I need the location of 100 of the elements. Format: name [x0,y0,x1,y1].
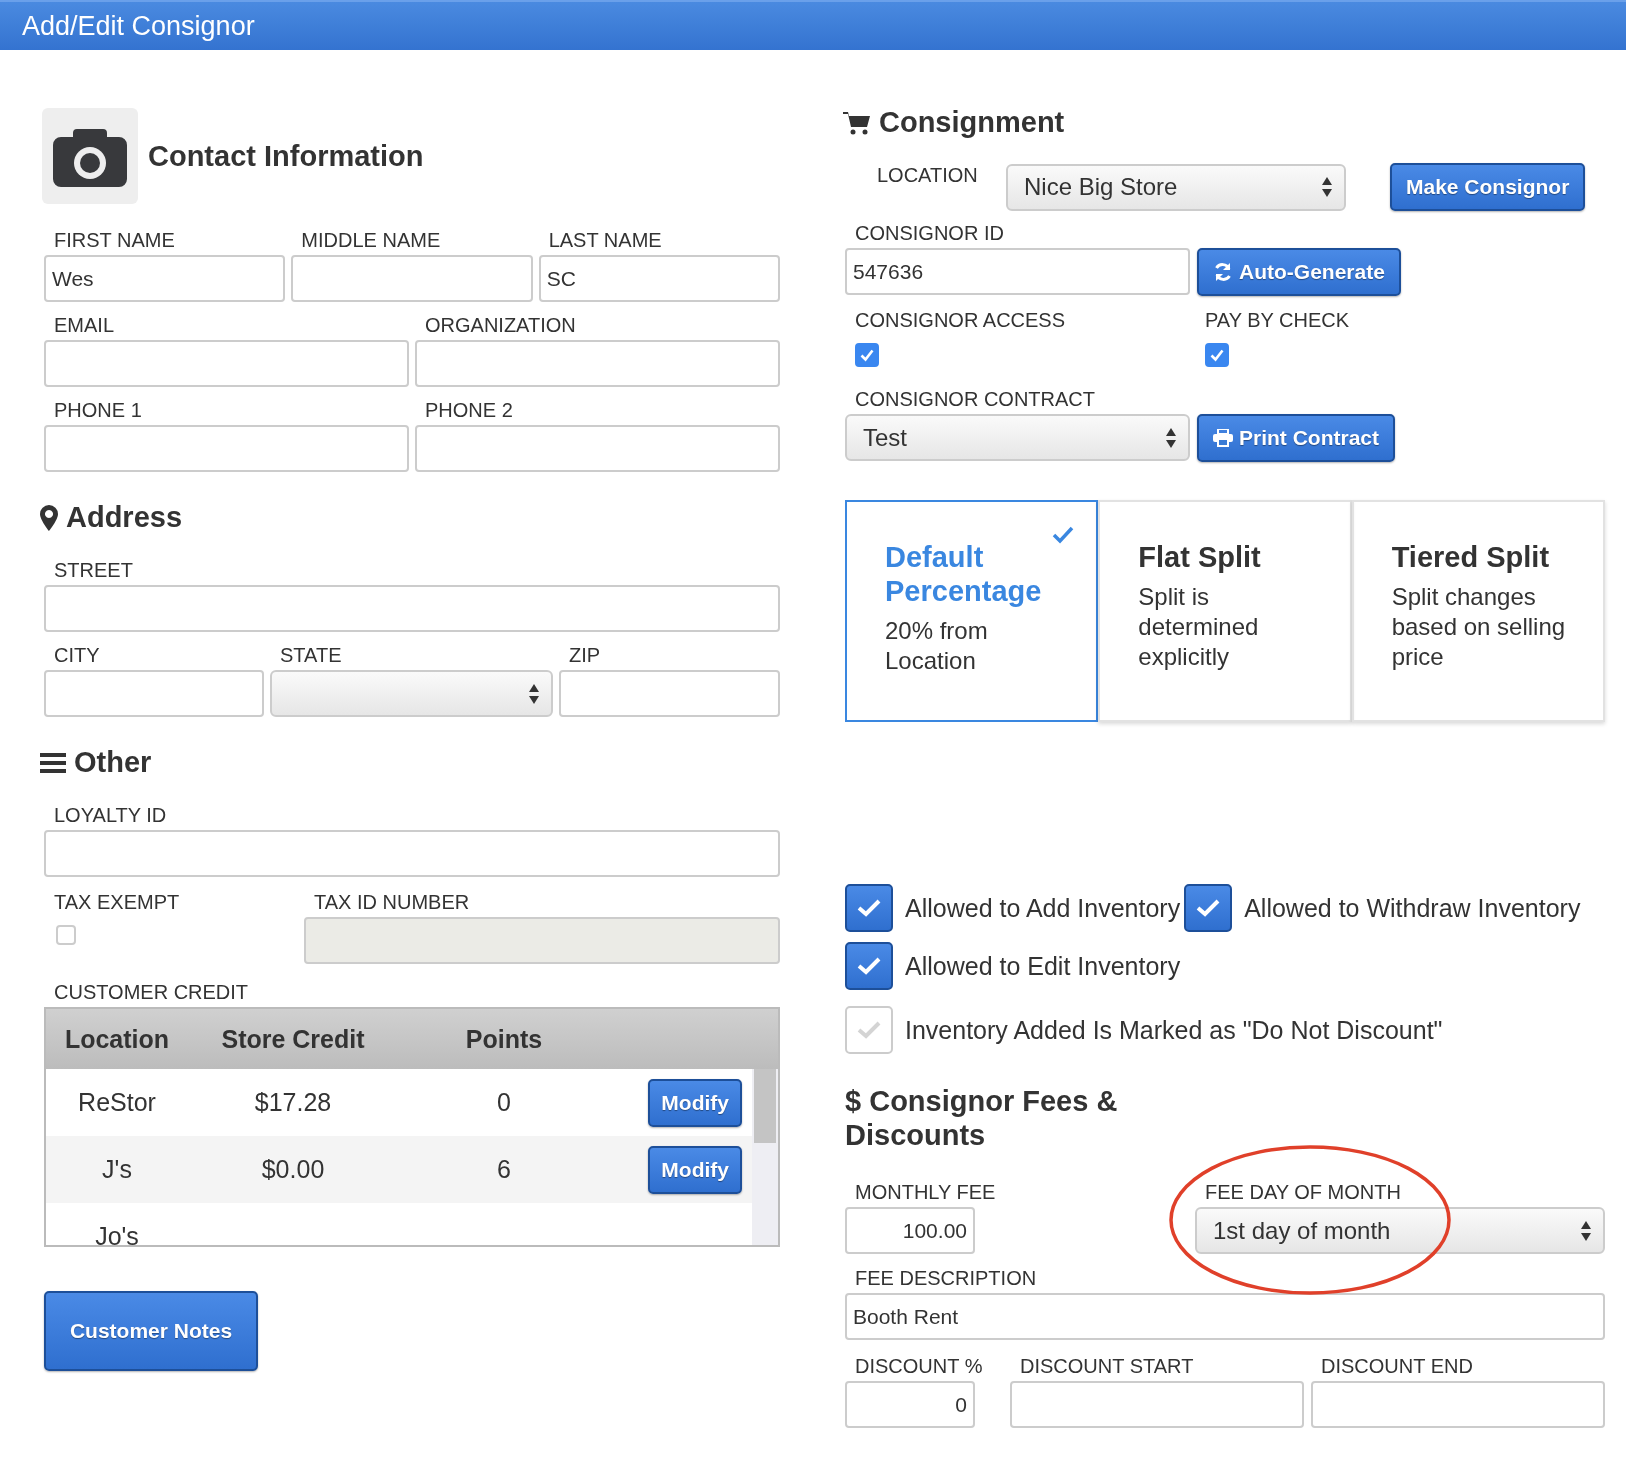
option-description: Split is determined explicitly [1138,582,1260,672]
dropdown-arrows-icon [1166,426,1176,449]
field-label: STATE [279,643,342,667]
field-label: ZIP [568,643,601,667]
input-field[interactable] [559,670,780,717]
field-label: MIDDLE NAME [300,228,441,252]
input-field[interactable] [415,425,780,472]
column-header: Points [464,1024,544,1054]
input-field[interactable] [44,830,780,877]
option-description: 20% from Location [885,616,989,676]
input-field[interactable] [415,340,780,387]
input-field[interactable] [44,585,780,632]
field-label: PHONE 1 [53,398,142,422]
input-field[interactable]: Booth Rent [845,1293,1605,1340]
check-icon [856,1020,882,1040]
field-label: PHONE 2 [424,398,513,422]
input-field[interactable]: SC [538,255,780,302]
modify-button[interactable]: Modify [648,1145,742,1194]
input-field[interactable]: 547636 [845,248,1190,295]
input-field[interactable] [44,670,264,717]
table-cell: Jo's [95,1222,139,1245]
split-option-card[interactable]: Tiered Split Split changes based on selling price [1351,500,1605,722]
table-cell: 6 [497,1155,511,1183]
section-heading: Contact Information [148,139,424,173]
field-label: CITY [53,643,100,667]
field-label: LOYALTY ID [53,803,167,827]
checkbox-label: Inventory Added Is Marked as "Do Not Discount" [905,1015,1443,1045]
checkbox[interactable] [845,942,893,990]
scrollbar-thumb[interactable] [754,1069,776,1143]
field-label: LAST NAME [547,228,662,252]
section-heading: Other [74,746,152,779]
auto-generate-button[interactable]: Auto-Generate [1197,248,1401,296]
field-label: STREET [53,558,133,582]
option-title: Default Percentage [885,540,1043,608]
field-label: TAX ID NUMBER [313,890,470,914]
field-label: DISCOUNT END [1320,1354,1473,1378]
checkbox-label: Allowed to Withdraw Inventory [1244,893,1581,923]
table-cell: $0.00 [261,1155,325,1183]
option-title: Flat Split [1138,540,1262,574]
dropdown-arrows-icon [529,682,539,705]
check-icon [1052,526,1075,544]
map-pin-icon [40,504,58,531]
fee-day-dropdown[interactable]: 1st day of month [1195,1207,1605,1254]
field-label: FIRST NAME [53,228,175,252]
split-option-card[interactable]: Default Percentage 20% from Location [845,500,1099,722]
field-label: PAY BY CHECK [1204,308,1350,332]
table-cell: 0 [497,1088,511,1116]
field-label: ORGANIZATION [424,313,576,337]
check-icon [859,347,875,363]
field-label: FEE DESCRIPTION [854,1266,1037,1290]
field-label: EMAIL [53,313,115,337]
field-label: MONTHLY FEE [854,1180,996,1204]
field-label: CONSIGNOR CONTRACT [854,387,1095,411]
input-field[interactable]: 0 [845,1381,975,1428]
input-field[interactable]: Wes [44,255,286,302]
checkbox[interactable] [855,343,879,367]
print-contract-button[interactable]: Print Contract [1197,414,1395,462]
section-heading: $ Consignor Fees & Discounts [845,1084,1119,1152]
field-label: CONSIGNOR ACCESS [854,308,1066,332]
make-consignor-button[interactable]: Make Consignor [1390,163,1586,211]
camera-button[interactable] [42,108,138,204]
input-field[interactable] [44,425,409,472]
input-field[interactable] [1010,1381,1304,1428]
checkbox[interactable] [845,884,893,932]
customer-notes-button[interactable]: Customer Notes [44,1291,258,1371]
refresh-icon [1213,262,1233,282]
check-icon [1209,347,1225,363]
field-label: FEE DAY OF MONTH [1204,1180,1401,1204]
scrollbar[interactable] [752,1069,778,1245]
menu-icon [40,751,66,774]
location-dropdown[interactable]: Nice Big Store [1006,163,1346,211]
table-cell: ReStor [78,1088,156,1116]
table-cell: $17.28 [254,1088,332,1116]
field-label: LOCATION [876,163,979,187]
input-field[interactable]: 100.00 [845,1207,975,1254]
option-title: Tiered Split [1391,540,1551,574]
field-label: DISCOUNT START [1019,1354,1194,1378]
field-label: DISCOUNT % [854,1354,983,1378]
field-label: CUSTOMER CREDIT [53,980,249,1004]
checkbox-label: Allowed to Edit Inventory [905,951,1181,981]
window-title: Add/Edit Consignor [22,10,255,42]
check-icon [856,898,882,918]
checkbox-label: Allowed to Add Inventory [905,893,1181,923]
checkbox[interactable] [1205,343,1229,367]
modify-button[interactable]: Modify [648,1078,742,1127]
contract-dropdown[interactable]: Test [845,414,1190,461]
cart-icon [843,109,871,136]
input-field[interactable] [291,255,533,302]
dropdown-arrows-icon [1581,1219,1591,1242]
split-option-card[interactable]: Flat Split Split is determined explicitly [1098,500,1352,722]
input-field[interactable] [1311,1381,1605,1428]
field-label: TAX EXEMPT [53,890,180,914]
input-field[interactable] [44,340,409,387]
field-label: CONSIGNOR ID [854,221,1004,245]
check-icon [856,956,882,976]
checkbox[interactable] [1184,884,1233,932]
state-dropdown[interactable] [270,670,553,717]
section-heading: Consignment [879,106,1065,139]
table-cell: J's [102,1155,132,1183]
printer-icon [1213,429,1233,447]
